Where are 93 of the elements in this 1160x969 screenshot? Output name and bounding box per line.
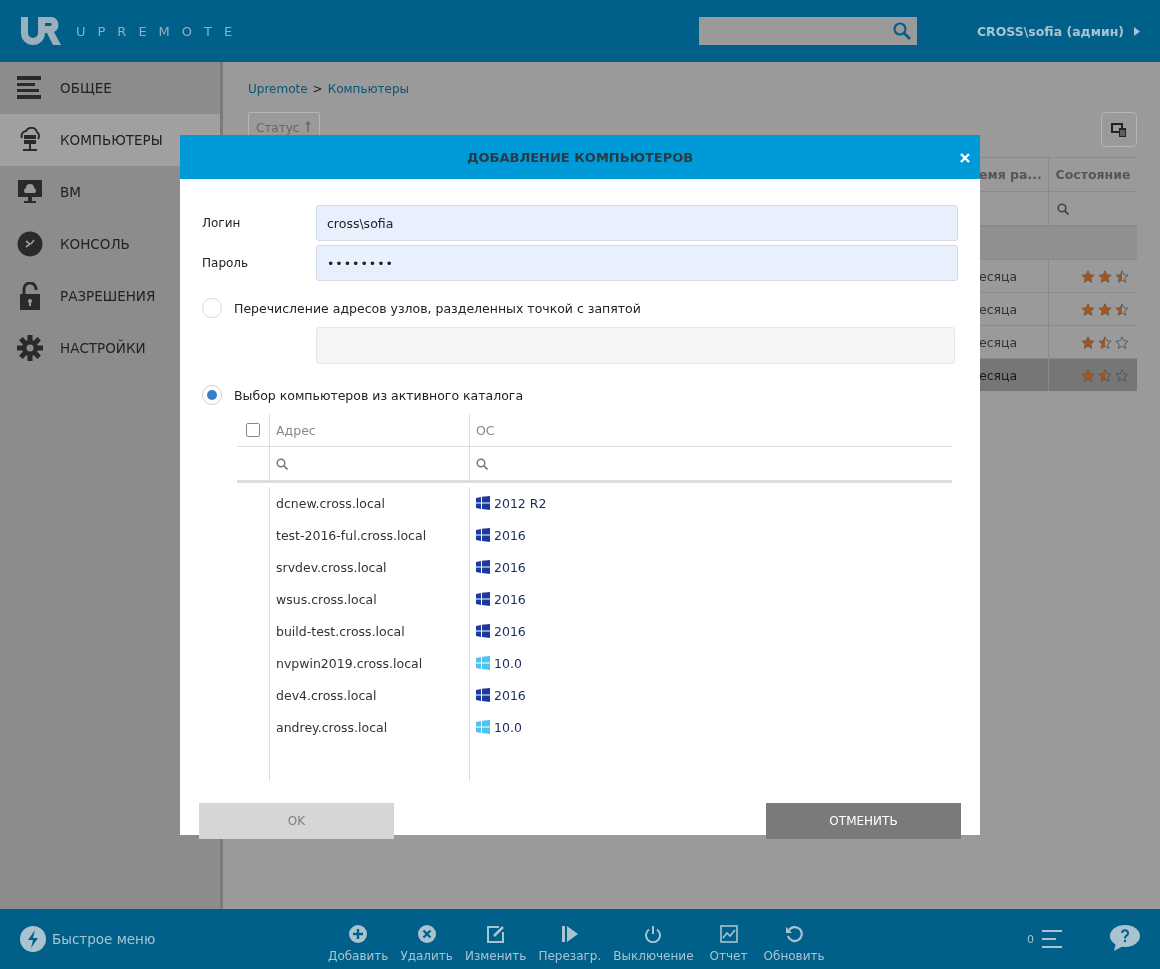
restart-icon <box>560 925 579 943</box>
sidebar-item[interactable]: КОМПЬЮТЕРЫ <box>0 114 220 166</box>
columns-icon <box>1111 122 1127 137</box>
sidebar-item[interactable]: ОБЩЕЕ <box>0 62 220 114</box>
column-header[interactable]: ОС <box>476 422 495 438</box>
menu-icon <box>17 76 43 100</box>
windows-logo-icon <box>476 688 490 702</box>
star-icon <box>1098 368 1112 382</box>
close-icon <box>960 153 970 163</box>
help-button[interactable] <box>1110 924 1140 954</box>
lightning-icon <box>20 926 46 952</box>
login-label: Логин <box>202 216 242 230</box>
search-icon <box>892 22 911 40</box>
cancel-button[interactable]: ОТМЕНИТЬ <box>766 803 961 839</box>
star-icon <box>1081 269 1095 283</box>
star-icon <box>1081 368 1095 382</box>
os-cell: 10.0 <box>494 655 522 671</box>
toolbar-button[interactable]: Выключение <box>607 925 700 963</box>
star-icon <box>1098 269 1112 283</box>
password-field[interactable]: •••••••• <box>316 245 958 281</box>
help-icon <box>1110 924 1140 951</box>
star-icon <box>1098 335 1112 349</box>
windows-logo-icon <box>476 656 490 670</box>
os-cell: 2016 <box>494 687 526 703</box>
windows-logo-icon <box>476 560 490 574</box>
address-cell: wsus.cross.local <box>276 591 377 607</box>
password-label: Пароль <box>202 256 250 270</box>
edit-icon <box>486 925 505 943</box>
windows-logo-icon <box>476 720 490 734</box>
select-all-checkbox[interactable] <box>246 423 260 437</box>
search-icon <box>1057 202 1069 215</box>
toolbar-button[interactable]: Добавить <box>322 925 395 963</box>
windows-logo-icon <box>476 528 490 542</box>
os-cell: 2016 <box>494 623 526 639</box>
address-cell: dcnew.cross.local <box>276 495 385 511</box>
delete-icon <box>417 925 436 943</box>
os-cell: 2016 <box>494 527 526 543</box>
breadcrumb-link[interactable]: Компьютеры <box>327 82 410 96</box>
address-cell: dev4.cross.local <box>276 687 377 703</box>
column-header[interactable]: Адрес <box>276 422 316 438</box>
user-menu[interactable]: CROSS\sofia (админ) <box>976 23 1140 39</box>
power-icon <box>644 925 663 943</box>
toolbar-button[interactable]: Изменить <box>458 925 533 963</box>
column-header[interactable]: Состояние <box>1049 158 1137 191</box>
search-icon <box>476 457 488 470</box>
hosts-field[interactable] <box>316 327 955 364</box>
list-icon <box>1042 930 1062 948</box>
logo-icon <box>20 16 62 46</box>
option-label[interactable]: Перечисление адресов узлов, разделенных точкой с запятой <box>234 300 641 316</box>
remote-console-icon <box>17 231 43 257</box>
option-label[interactable]: Выбор компьютеров из активного каталога <box>234 387 524 403</box>
refresh-icon <box>785 925 803 943</box>
address-cell: test-2016-ful.cross.local <box>276 527 427 543</box>
os-cell: 10.0 <box>494 719 522 735</box>
address-cell: build-test.cross.local <box>276 623 405 639</box>
breadcrumb-separator: > <box>312 82 323 96</box>
toolbar-button[interactable]: Обновить <box>757 925 831 963</box>
quick-menu-button[interactable]: Быстрое меню <box>20 926 300 952</box>
star-icon <box>1081 302 1095 316</box>
address-cell: srvdev.cross.local <box>276 559 387 575</box>
columns-button[interactable] <box>1101 112 1137 147</box>
caret-icon <box>1134 26 1140 36</box>
settings-icon <box>17 335 43 361</box>
address-cell: andrey.cross.local <box>276 719 388 735</box>
sort-arrow-icon <box>305 121 312 132</box>
login-field[interactable]: cross\sofia <box>316 205 958 241</box>
os-cell: 2016 <box>494 559 526 575</box>
monitor-cloud-icon <box>17 180 43 204</box>
add-icon <box>349 925 368 943</box>
os-cell: 2016 <box>494 591 526 607</box>
star-icon <box>1115 335 1129 349</box>
windows-logo-icon <box>476 592 490 606</box>
star-icon <box>1115 368 1129 382</box>
os-cell: 2012 R2 <box>494 495 547 511</box>
search-icon <box>276 457 288 470</box>
address-cell: nvpwin2019.cross.local <box>276 655 423 671</box>
toolbar-button[interactable]: Удалить <box>394 925 459 963</box>
search-field[interactable] <box>698 17 917 45</box>
windows-logo-icon <box>476 496 490 510</box>
logo-text: UPREMOTE <box>76 23 245 39</box>
star-icon <box>1115 269 1129 283</box>
task-queue-button[interactable]: 0 <box>1027 930 1062 948</box>
report-chart-icon <box>719 925 738 943</box>
star-icon <box>1098 302 1112 316</box>
toolbar-button[interactable]: Отчет <box>699 925 758 963</box>
windows-logo-icon <box>476 624 490 638</box>
star-icon <box>1115 302 1129 316</box>
sidebar-item[interactable]: РАЗРЕШЕНИЯ <box>0 270 220 322</box>
toolbar-button[interactable]: Перезагр. <box>532 925 608 963</box>
unlocked-padlock-icon <box>19 282 41 310</box>
star-icon <box>1081 335 1095 349</box>
dialog-title: ДОБАВЛЕНИЕ КОМПЬЮТЕРОВ <box>466 149 694 165</box>
breadcrumb-link[interactable]: Upremote <box>248 82 308 96</box>
